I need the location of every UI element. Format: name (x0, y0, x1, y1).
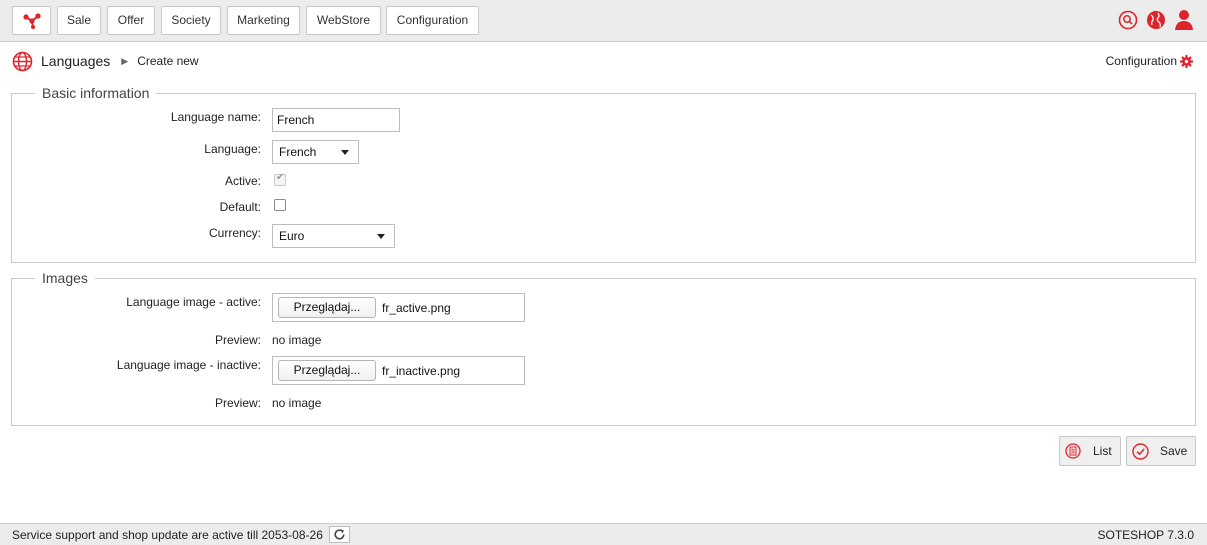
check-circle-icon (1132, 442, 1149, 460)
checkmark-icon: ✔ (276, 172, 285, 183)
preview-active-value: no image (272, 333, 322, 347)
currency-select-value: Euro (279, 229, 305, 243)
language-label: Language: (204, 142, 261, 156)
sote-logo-icon (22, 13, 41, 29)
language-image-active-label: Language image - active: (126, 295, 261, 309)
home-logo-button[interactable] (12, 6, 51, 35)
breadcrumb-languages-link[interactable]: Languages (41, 53, 110, 69)
language-select[interactable]: French (272, 140, 359, 164)
service-status-text: Service support and shop update are acti… (12, 528, 323, 542)
globe-icon[interactable] (1145, 9, 1167, 31)
refresh-icon (334, 529, 345, 540)
inactive-file-name: fr_inactive.png (382, 364, 461, 378)
language-name-input[interactable] (272, 108, 400, 132)
language-image-active-file-input: Przeglądaj... fr_active.png (272, 293, 525, 322)
active-label: Active: (224, 174, 261, 188)
user-icon[interactable] (1173, 9, 1195, 31)
active-checkbox[interactable]: ✔ (274, 172, 286, 186)
basic-information-legend: Basic information (35, 85, 157, 101)
nav-society[interactable]: Society (161, 6, 221, 35)
breadcrumb-current: Create new (137, 54, 199, 68)
breadcrumb: Languages ▶ Create new (12, 51, 199, 71)
basic-information-section: Basic information Language name: Languag… (11, 85, 1196, 263)
globe-icon (12, 51, 33, 71)
browse-active-button[interactable]: Przeglądaj... (278, 297, 376, 318)
language-name-label: Language name: (170, 110, 261, 124)
preview-inactive-label: Preview: (214, 396, 261, 410)
top-navigation-bar: Sale Offer Society Marketing WebStore Co… (0, 0, 1207, 42)
save-button-label: Save (1160, 444, 1188, 458)
nav-webstore[interactable]: WebStore (306, 6, 381, 35)
active-file-name: fr_active.png (382, 301, 451, 315)
search-icon[interactable] (1117, 9, 1139, 31)
preview-active-label: Preview: (214, 333, 261, 347)
currency-select[interactable]: Euro (272, 224, 395, 248)
save-button[interactable]: Save (1126, 436, 1196, 466)
language-select-value: French (279, 145, 317, 159)
version-text: SOTESHOP 7.3.0 (1097, 528, 1195, 542)
footer-bar: Service support and shop update are acti… (0, 523, 1207, 545)
configuration-link-label: Configuration (1105, 54, 1177, 68)
language-image-inactive-file-input: Przeglądaj... fr_inactive.png (272, 356, 525, 385)
browse-inactive-button[interactable]: Przeglądaj... (278, 360, 376, 381)
list-icon (1065, 443, 1081, 459)
nav-sale[interactable]: Sale (57, 6, 101, 35)
breadcrumb-separator-icon: ▶ (121, 55, 129, 66)
language-image-inactive-label: Language image - inactive: (116, 358, 261, 372)
default-label: Default: (219, 200, 261, 214)
gear-icon (1180, 54, 1193, 68)
nav-offer[interactable]: Offer (107, 6, 155, 35)
images-legend: Images (35, 270, 95, 286)
currency-label: Currency: (208, 226, 261, 240)
chevron-down-icon (377, 234, 385, 239)
refresh-button[interactable] (329, 526, 350, 543)
images-section: Images Language image - active: Przegląd… (11, 270, 1196, 426)
nav-marketing[interactable]: Marketing (227, 6, 300, 35)
default-checkbox[interactable] (274, 199, 286, 211)
list-button[interactable]: List (1059, 436, 1121, 466)
top-right-icons (1117, 9, 1195, 31)
nav-configuration[interactable]: Configuration (386, 6, 479, 35)
configuration-link[interactable]: Configuration (1106, 54, 1193, 68)
list-button-label: List (1093, 444, 1112, 458)
preview-inactive-value: no image (272, 396, 322, 410)
chevron-down-icon (341, 150, 349, 155)
